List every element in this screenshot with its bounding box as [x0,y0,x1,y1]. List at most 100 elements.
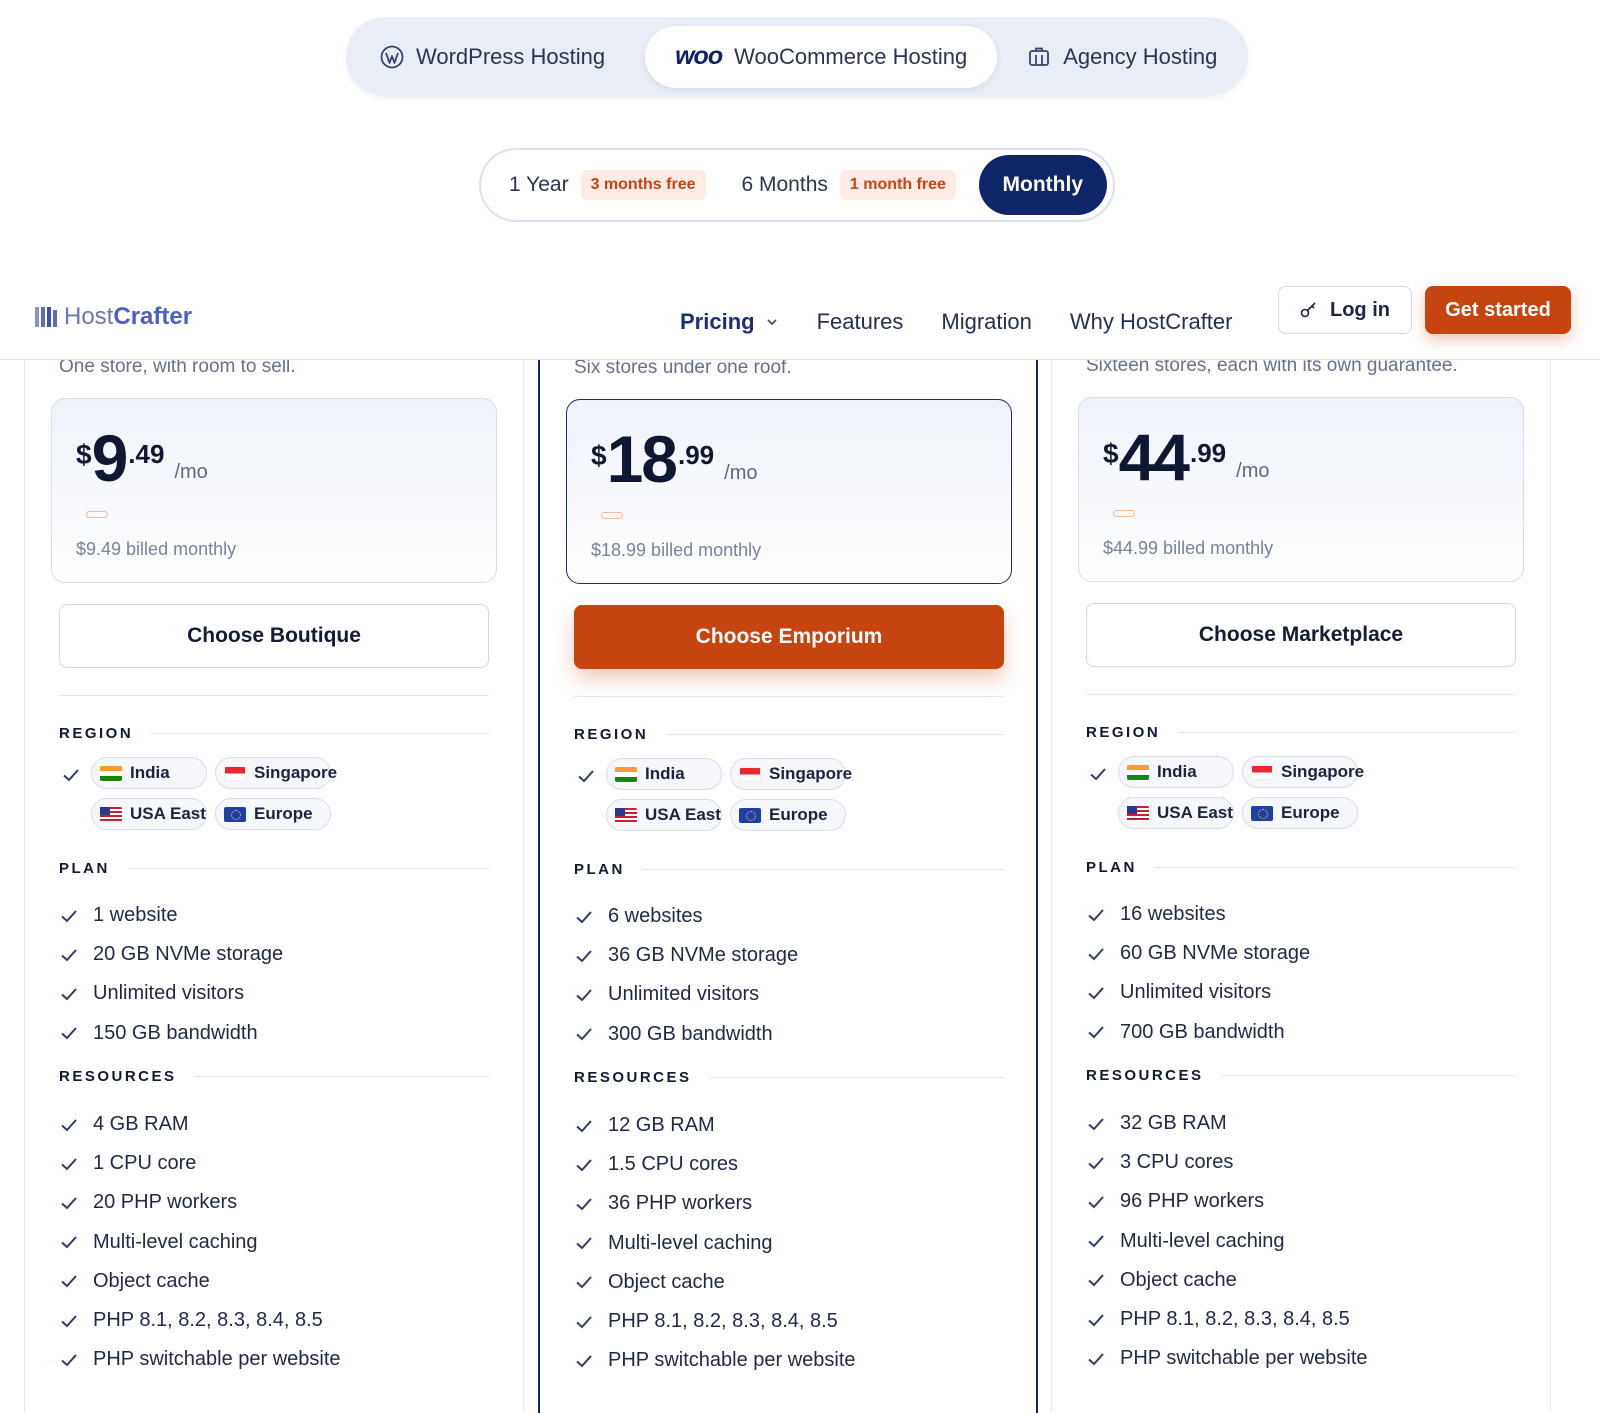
plan-price: $ 44 .99 /mo [1103,424,1270,490]
region-label: India [645,764,685,783]
feature-item: Object cache [59,1262,489,1301]
feature-label: PHP 8.1, 8.2, 8.3, 8.4, 8.5 [608,1310,838,1333]
check-icon [576,1276,592,1289]
check-icon [61,988,77,1001]
section-rule [1154,867,1516,868]
feature-item: 700 GB bandwidth [1086,1013,1516,1052]
check-icon [1088,1196,1104,1209]
section-label: PLAN [574,861,625,878]
section-rule [709,1077,1004,1078]
region-tag-singapore[interactable]: Singapore [730,758,852,790]
region-tag-europe[interactable]: Europe [730,799,846,831]
price-decimal: .99 [678,440,715,470]
feature-label: Unlimited visitors [1120,981,1272,1004]
check-icon [1088,1313,1104,1326]
plan-card-marketplace: Sixteen stores, each with its own guaran… [1051,349,1551,1412]
section-label: REGION [574,726,649,743]
region-tag-usa-east[interactable]: USA East [1118,797,1234,829]
billing-option-monthly[interactable]: Monthly [978,155,1107,215]
plan-section-header: PLAN [1086,859,1516,876]
region-label: Europe [254,804,313,823]
check-icon [1088,987,1104,1000]
price-period: /mo [174,461,208,483]
price-currency: $ [1103,438,1119,469]
feature-label: 16 websites [1120,903,1226,926]
check-icon [61,1314,77,1327]
price-box: $ 44 .99 /mo $44.99 billed monthly [1078,397,1524,582]
price-integer: 44 [1118,420,1190,494]
tab-woocommerce-hosting[interactable]: woo WooCommerce Hosting [645,25,998,88]
nav-item-pricing[interactable]: Pricing [680,309,779,335]
region-label: Europe [1281,803,1340,822]
price-decimal: .49 [128,439,165,469]
feature-item: PHP switchable per website [574,1341,1004,1380]
feature-label: 4 GB RAM [93,1113,189,1136]
top-navbar: HostCrafter Pricing Features Migration W… [0,283,1600,360]
region-tag-usa-east[interactable]: USA East [606,799,722,831]
check-icon [576,1355,592,1368]
flag-icon [1251,764,1273,780]
nav-links: Pricing Features Migration Why HostCraft… [680,283,1232,360]
region-tag-usa-east[interactable]: USA East [91,798,207,830]
feature-item: 6 websites [574,897,1004,936]
resources-feature-list: 12 GB RAM 1.5 CPU cores 36 PHP workers Mult… [574,1106,1004,1380]
plan-feature-list: 1 website 20 GB NVMe storage Unlimited vis… [59,896,489,1053]
feature-item: 16 websites [1086,895,1516,934]
plan-card-emporium: Six stores under one roof. $ 18 .99 /mo … [538,351,1038,1413]
feature-label: 300 GB bandwidth [608,1022,773,1045]
feature-item: 20 GB NVMe storage [59,935,489,974]
feature-label: 36 PHP workers [608,1192,753,1215]
region-tag-europe[interactable]: Europe [1242,797,1358,829]
feature-label: Multi-level caching [1120,1229,1285,1252]
check-icon [1088,1274,1104,1287]
plan-feature-list: 16 websites 60 GB NVMe storage Unlimited v… [1086,895,1516,1052]
check-icon [1088,1235,1104,1248]
login-button[interactable]: Log in [1278,286,1412,334]
region-label: Singapore [1281,762,1365,781]
region-tag-singapore[interactable]: Singapore [215,757,337,789]
feature-label: PHP switchable per website [1120,1347,1368,1370]
building-icon [1027,45,1051,69]
billing-option-1-year[interactable]: 1 Year 3 months free [509,170,706,200]
feature-item: 96 PHP workers [1086,1182,1516,1221]
tab-agency-hosting[interactable]: Agency Hosting [997,26,1247,88]
feature-label: 96 PHP workers [1120,1190,1265,1213]
feature-item: 12 GB RAM [574,1106,1004,1145]
choose-plan-button[interactable]: Choose Boutique [59,604,489,668]
price-currency: $ [591,440,607,471]
billing-option-6-months[interactable]: 6 Months 1 month free [742,170,956,200]
plan-price: $ 9 .49 /mo [76,425,208,491]
check-icon [576,1028,592,1041]
feature-label: 3 CPU cores [1120,1151,1234,1174]
feature-item: Unlimited visitors [1086,973,1516,1012]
nav-item-why-hostcrafter[interactable]: Why HostCrafter [1070,309,1233,335]
price-period: /mo [1236,460,1270,482]
check-icon [576,1198,592,1211]
region-options: India Singapore USA East Europe [606,758,866,831]
region-tag-india[interactable]: India [91,757,207,789]
check-icon [1088,948,1104,961]
plan-section-header: PLAN [59,860,489,877]
region-section-header: REGION [574,726,1004,743]
hostcrafter-logo-icon [34,305,58,329]
feature-item: PHP switchable per website [59,1340,489,1379]
get-started-button[interactable]: Get started [1425,286,1571,334]
region-tag-india[interactable]: India [606,758,722,790]
login-label: Log in [1330,298,1390,321]
check-icon [576,1315,592,1328]
nav-item-features[interactable]: Features [817,309,904,335]
region-tag-singapore[interactable]: Singapore [1242,756,1364,788]
region-section-header: REGION [1086,724,1516,741]
brand-logo[interactable]: HostCrafter [34,303,192,331]
region-tag-europe[interactable]: Europe [215,798,331,830]
choose-plan-button[interactable]: Choose Emporium [574,605,1004,669]
tab-wordpress-hosting[interactable]: WordPress Hosting [354,26,635,88]
nav-item-migration[interactable]: Migration [941,309,1031,335]
region-tag-india[interactable]: India [1118,756,1234,788]
feature-item: 1 website [59,896,489,935]
choose-plan-button[interactable]: Choose Marketplace [1086,603,1516,667]
resources-feature-list: 4 GB RAM 1 CPU core 20 PHP workers Multi-le… [59,1105,489,1379]
feature-label: Object cache [93,1269,210,1292]
flag-icon [1127,805,1149,821]
section-label: RESOURCES [1086,1067,1204,1084]
